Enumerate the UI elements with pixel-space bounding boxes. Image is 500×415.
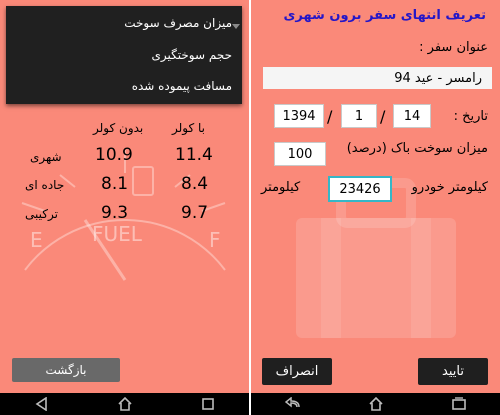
- fuel-percent-field[interactable]: 100: [274, 142, 326, 166]
- trip-title-value: رامسر - عید 94: [394, 70, 482, 86]
- menu-item-distance[interactable]: مسافت پیموده شده: [132, 79, 232, 93]
- back-arrow-icon[interactable]: [283, 396, 303, 412]
- odometer-label: کیلومتر خودرو: [411, 180, 488, 195]
- value-road-without-ac: 8.1: [101, 174, 129, 194]
- date-label: تاریخ :: [453, 109, 488, 124]
- date-year-field[interactable]: 1394: [274, 104, 324, 128]
- confirm-button[interactable]: تایید: [418, 358, 488, 385]
- menu-item-refuel-volume[interactable]: حجم سوختگیری: [151, 48, 232, 62]
- value-combined-without-ac: 9.3: [101, 203, 129, 223]
- fuel-consumption-screen: E FUEL F با کولر بدون کولر شهری 10.9 11.…: [0, 0, 249, 415]
- nav-bar: [251, 393, 500, 415]
- screenshot-root: E FUEL F با کولر بدون کولر شهری 10.9 11.…: [0, 0, 500, 415]
- row-label-combined: ترکیبی: [25, 207, 58, 221]
- odometer-value: 23426: [339, 181, 381, 197]
- page-title: تعریف انتهای سفر برون شهری: [283, 8, 486, 23]
- menu-item-fuel-consumption[interactable]: میزان مصرف سوخت: [124, 16, 232, 30]
- row-label-road: جاده ای: [25, 178, 65, 192]
- recents-icon[interactable]: [449, 396, 469, 412]
- value-city-without-ac: 10.9: [95, 145, 133, 165]
- odometer-field[interactable]: 23426: [328, 176, 392, 202]
- back-button[interactable]: بازگشت: [12, 358, 120, 382]
- date-day-value: 14: [403, 108, 421, 124]
- row-label-city: شهری: [30, 150, 62, 164]
- home-icon[interactable]: [366, 396, 386, 412]
- back-triangle-icon[interactable]: [32, 396, 52, 412]
- header-with-ac: با کولر: [172, 121, 205, 135]
- gauge-e-label: E: [30, 228, 43, 252]
- suitcase-icon: [296, 178, 456, 338]
- dropdown-arrow-icon: [232, 24, 240, 29]
- trip-title-label: عنوان سفر :: [419, 40, 488, 55]
- date-day-field[interactable]: 14: [393, 104, 431, 128]
- value-city-with-ac: 11.4: [175, 145, 213, 165]
- fuel-percent-label: میزان سوخت باک (درصد): [346, 141, 488, 156]
- header-without-ac: بدون کولر: [93, 121, 144, 135]
- trip-title-field[interactable]: رامسر - عید 94: [263, 67, 492, 89]
- fuel-percent-value: 100: [287, 146, 313, 162]
- gauge-fuel-label: FUEL: [92, 222, 142, 246]
- value-combined-with-ac: 9.7: [181, 203, 209, 223]
- gauge-f-label: F: [209, 228, 221, 252]
- date-separator: /: [380, 107, 386, 126]
- date-year-value: 1394: [282, 108, 316, 124]
- date-month-value: 1: [354, 108, 364, 124]
- recents-icon[interactable]: [198, 396, 218, 412]
- nav-bar: [0, 393, 249, 415]
- dropdown-menu: میزان مصرف سوخت حجم سوختگیری مسافت پیمود…: [6, 6, 242, 104]
- km-unit-label: کیلومتر: [261, 180, 301, 195]
- trip-end-screen: تعریف انتهای سفر برون شهری عنوان سفر : ر…: [251, 0, 500, 415]
- home-icon[interactable]: [115, 396, 135, 412]
- date-separator: /: [327, 107, 333, 126]
- cancel-button[interactable]: انصراف: [262, 358, 332, 385]
- value-road-with-ac: 8.4: [181, 174, 209, 194]
- date-month-field[interactable]: 1: [341, 104, 377, 128]
